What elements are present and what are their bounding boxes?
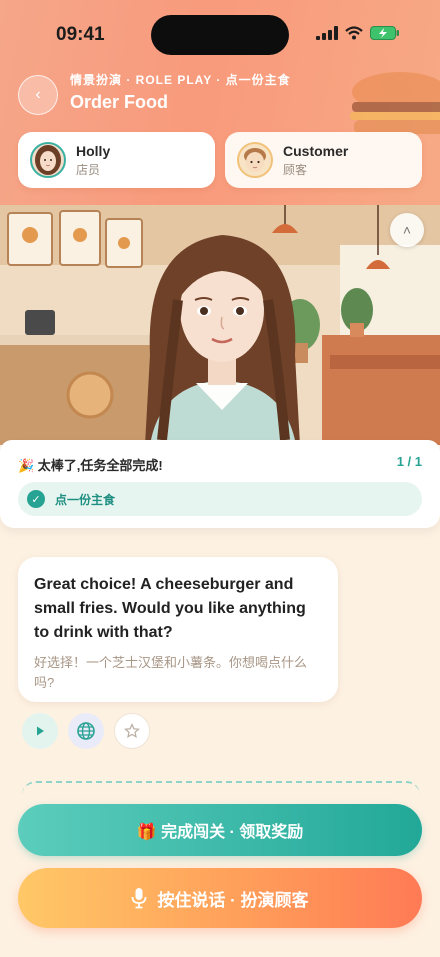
scene-title: Order Food (70, 92, 168, 112)
signal-icon (316, 26, 338, 40)
star-icon (124, 723, 140, 739)
chevron-up-icon: ˄ (402, 222, 412, 238)
claim-reward-label: 🎁 完成闯关 · 领取奖励 (136, 824, 304, 841)
chat-chinese-text: 好选择！一个芝士汉堡和小薯条。你想喝点什么吗? (34, 655, 308, 690)
hold-to-speak-button[interactable]: 按住说话 · 扮演顾客 (18, 868, 422, 928)
boy-avatar-icon (244, 148, 266, 172)
role-card-customer[interactable]: Customer 顾客 (225, 132, 422, 188)
status-time: 09:41 (56, 24, 105, 45)
girl-avatar-icon (35, 145, 61, 175)
play-audio-button[interactable] (22, 713, 58, 749)
role-name: Customer (283, 142, 349, 159)
role-label: 店员 (76, 162, 101, 177)
boy-avatar (237, 142, 273, 178)
scene-illustration (0, 205, 440, 445)
microphone-icon (131, 887, 147, 909)
restaurant-character-illustration (0, 205, 440, 445)
chevron-left-icon: ‹ (35, 86, 41, 103)
collapse-scene-button[interactable]: ˄ (390, 213, 424, 247)
claim-reward-button[interactable]: 🎁 完成闯关 · 领取奖励 (18, 804, 422, 856)
chat-english-text: Great choice! A cheeseburger and small f… (34, 576, 306, 641)
girl-avatar (30, 142, 66, 178)
dashed-divider (22, 781, 420, 795)
scene-subtitle: 情景扮演 · ROLE PLAY · 点一份主食 (70, 73, 291, 87)
battery-icon (370, 26, 399, 40)
task-complete-message: 🎉 太棒了,任务全部完成! (18, 458, 163, 473)
chat-bubble: Great choice! A cheeseburger and small f… (18, 557, 338, 702)
status-bar: 09:41 (0, 0, 440, 66)
back-button[interactable]: ‹ (18, 75, 58, 115)
dynamic-island (151, 15, 289, 55)
globe-icon (77, 722, 95, 740)
task-item: ✓ 点一份主食 (18, 482, 422, 516)
task-count: 1 / 1 (396, 454, 422, 469)
task-item-label: 点一份主食 (55, 492, 116, 507)
role-name: Holly (76, 142, 111, 159)
play-icon (37, 726, 44, 736)
favorite-button[interactable] (114, 713, 150, 749)
status-icons (316, 26, 400, 40)
hold-to-speak-label: 按住说话 · 扮演顾客 (157, 890, 309, 910)
role-label: 顾客 (283, 162, 308, 177)
wifi-icon (345, 26, 363, 40)
translate-button[interactable] (68, 713, 104, 749)
role-card-holly[interactable]: Holly 店员 (18, 132, 215, 188)
check-icon: ✓ (27, 490, 45, 508)
